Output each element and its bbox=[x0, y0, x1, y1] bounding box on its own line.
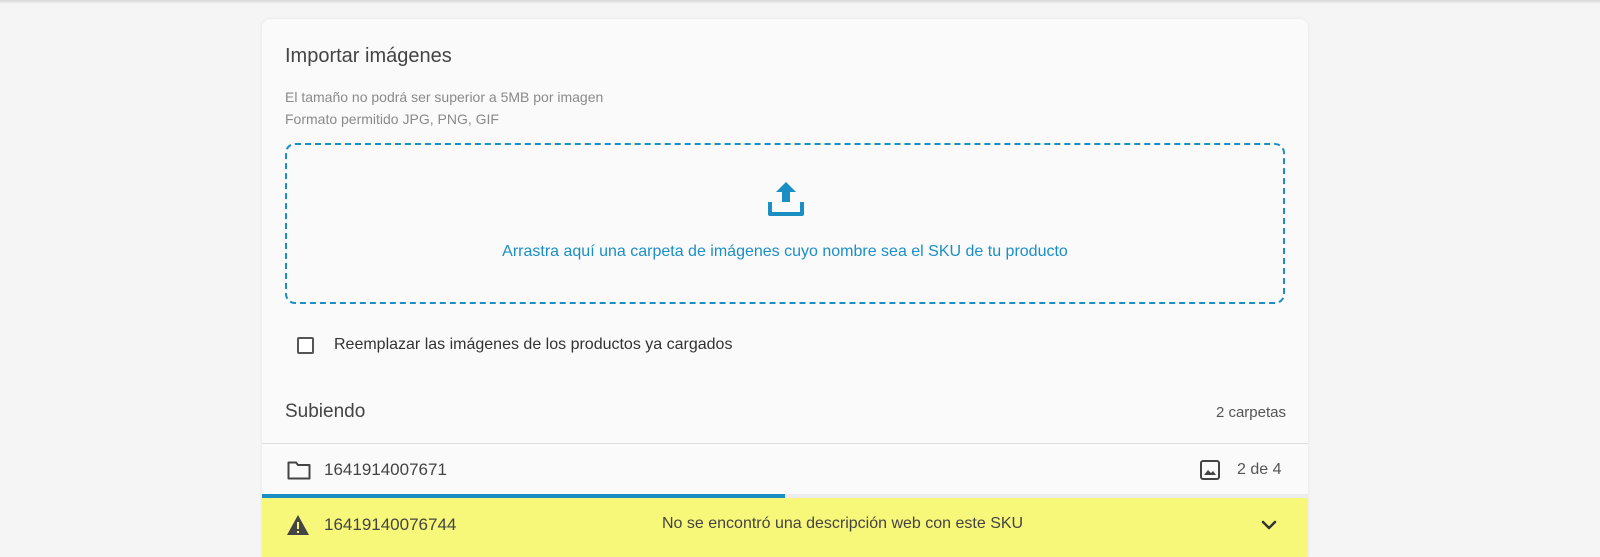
dropzone-instructions: Arrastra aquí una carpeta de imágenes cu… bbox=[502, 243, 1068, 260]
uploading-title: Subiendo bbox=[285, 401, 366, 422]
upload-icon bbox=[768, 182, 804, 216]
folder-icon bbox=[287, 461, 311, 480]
image-icon bbox=[1200, 460, 1220, 480]
replace-images-option[interactable]: Reemplazar las imágenes de los productos… bbox=[297, 336, 732, 354]
format-hint: Formato permitido JPG, PNG, GIF bbox=[285, 111, 499, 127]
uploading-count: 2 carpetas bbox=[1215, 404, 1286, 421]
upload-list-item[interactable]: 1641914007671 2 de 4 bbox=[262, 444, 1308, 494]
folder-sku: 1641914007671 bbox=[324, 460, 447, 479]
size-hint: El tamaño no podrá ser superior a 5MB po… bbox=[285, 89, 604, 105]
top-shadow bbox=[0, 0, 1600, 4]
page-title: Importar imágenes bbox=[285, 45, 452, 67]
warning-message: No se encontró una descripción web con e… bbox=[662, 515, 1024, 532]
warning-icon bbox=[287, 515, 309, 535]
upload-list-item-warning[interactable]: 16419140076744 No se encontró una descri… bbox=[262, 498, 1308, 557]
import-images-card: Importar imágenes El tamaño no podrá ser… bbox=[262, 19, 1308, 557]
image-dropzone[interactable]: Arrastra aquí una carpeta de imágenes cu… bbox=[285, 143, 1285, 304]
chevron-down-icon[interactable] bbox=[1260, 516, 1278, 534]
folder-sku: 16419140076744 bbox=[324, 515, 457, 534]
upload-progress-text: 2 de 4 bbox=[1237, 461, 1282, 478]
replace-images-checkbox[interactable] bbox=[297, 336, 314, 354]
replace-images-label: Reemplazar las imágenes de los productos… bbox=[334, 336, 733, 353]
